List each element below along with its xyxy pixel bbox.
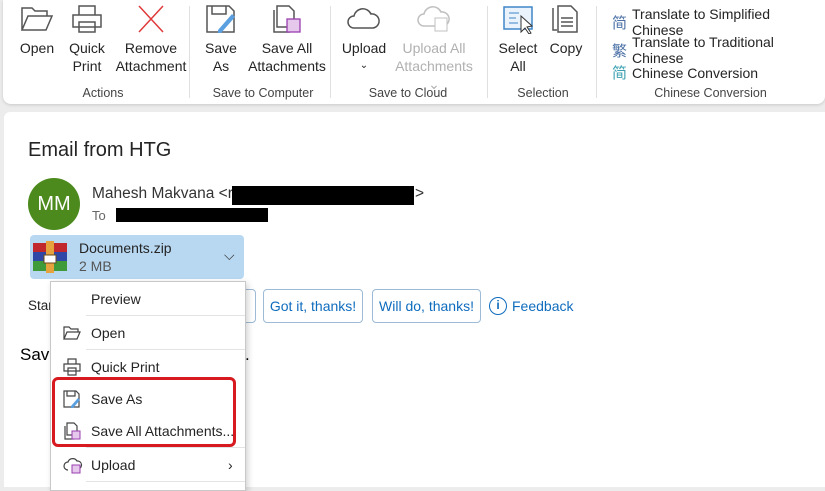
divider [596,6,597,98]
quick-print-label: Quick [69,40,105,56]
upload-label: Upload [341,40,387,56]
group-label-save-computer: Save to Computer [212,86,314,100]
remove-attachment-button[interactable]: Remove Attachment [111,4,191,75]
save-as-icon [206,5,235,33]
save-as-label-2: As [212,58,230,74]
upload-all-label: Upload All [402,40,466,56]
attachment-name: Documents.zip [79,240,172,256]
chinese-conversion-label: Chinese Conversion [632,64,759,81]
printer-icon [72,5,102,33]
reply-will-do[interactable]: Will do, thanks! [372,289,481,323]
cloud-icon [347,8,380,29]
to-label: To [92,208,106,223]
redacted-recipient [116,208,268,222]
save-all-label: Save All [261,40,313,56]
cloud-upload-icon [63,458,83,474]
group-label-save-cloud: Save to Cloud [368,86,448,100]
divider [86,349,245,350]
zip-archive-icon [33,241,67,273]
menu-item-upload[interactable]: Upload › [51,450,245,480]
attachment-size: 2 MB [79,258,112,274]
open-button[interactable]: Open [17,4,57,57]
save-all-icon [273,5,301,33]
save-as-button[interactable]: Save As [201,4,241,75]
group-label-actions: Actions [82,86,124,100]
copy-icon [552,5,578,33]
info-icon: i [489,297,507,315]
redacted-email [232,186,414,205]
divider [86,447,245,448]
select-all-button[interactable]: Select All [498,4,538,75]
group-label-selection: Selection [517,86,569,100]
highlight-box [52,377,236,447]
avatar: MM [28,178,80,230]
save-all-label-2: Attachments [248,58,326,74]
group-label-chinese-conversion: Chinese Conversion [654,86,767,100]
copy-label: Copy [549,40,583,56]
divider [487,6,488,98]
chevron-down-icon[interactable]: ⌵ [224,247,235,264]
folder-open-icon [20,7,54,31]
select-all-label: Select [498,40,538,56]
ribbon: Open Quick Print Remove Attachment Actions… [3,0,825,104]
folder-open-icon [63,326,81,340]
email-subject: Email from HTG [28,139,172,161]
remove-label-2: Attachment [115,58,187,74]
divider [330,6,331,98]
remove-label: Remove [124,40,178,56]
cloud-save-icon [417,6,450,32]
open-label: Open [91,325,126,341]
quick-print-label-2: Print [72,58,102,74]
sender-bracket: > [415,185,425,202]
chevron-down-icon: ⌄ [359,60,369,71]
select-all-icon [503,6,534,34]
chinese-conversion-icon: 简 [612,65,628,82]
menu-item-preview[interactable]: Preview [51,284,245,314]
x-icon [138,5,164,33]
save-all-attachments-button[interactable]: Save All Attachments [247,4,327,75]
chinese-conversion-button[interactable]: 简 Chinese Conversion [612,62,758,83]
upload-all-attachments-button: Upload All Attachments ⌄ [391,4,477,93]
quick-print-button[interactable]: Quick Print [65,4,109,75]
divider [86,481,245,482]
open-label: Open [19,40,55,56]
feedback-link[interactable]: Feedback [512,298,573,314]
traditional-chinese-icon: 繁 [612,42,628,60]
save-as-label: Save [205,40,237,56]
upload-all-label-2: Attachments [395,58,473,74]
upload-label: Upload [91,457,136,473]
chevron-right-icon: › [228,457,233,473]
preview-label: Preview [91,291,141,307]
select-all-label-2: All [510,58,526,74]
attachment-chip[interactable]: Documents.zip 2 MB ⌵ [30,235,244,279]
menu-item-open[interactable]: Open [51,318,245,348]
quick-print-label: Quick Print [91,359,160,375]
divider [86,315,245,316]
copy-button[interactable]: Copy [546,4,586,57]
upload-button[interactable]: Upload ⌄ [339,4,389,75]
divider [189,6,190,98]
reply-got-it[interactable]: Got it, thanks! [263,289,363,323]
printer-icon [63,358,81,376]
sender-name[interactable]: Mahesh Makvana <r [92,185,233,203]
simplified-chinese-icon: 简 [612,14,628,32]
